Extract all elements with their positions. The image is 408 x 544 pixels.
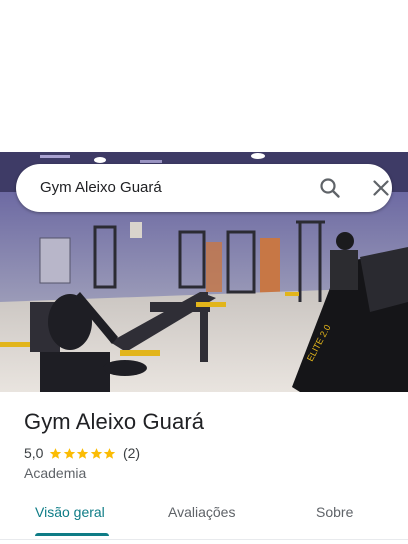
search-bar[interactable]: Gym Aleixo Guará xyxy=(16,164,392,212)
search-input[interactable]: Gym Aleixo Guará xyxy=(40,179,162,196)
active-tab-indicator xyxy=(35,533,109,536)
rating-row[interactable]: 5,0 (2) xyxy=(24,444,140,462)
star-icon xyxy=(104,447,116,459)
review-count[interactable]: (2) xyxy=(123,445,140,461)
star-icon xyxy=(50,447,62,459)
place-tabs: Visão geral Avaliações Sobre xyxy=(0,496,408,540)
close-icon[interactable] xyxy=(369,176,393,200)
star-icon xyxy=(77,447,89,459)
tabs-divider xyxy=(0,539,408,540)
place-category: Academia xyxy=(24,465,87,481)
star-icon xyxy=(90,447,103,459)
tab-about[interactable]: Sobre xyxy=(316,504,353,520)
star-rating xyxy=(49,447,117,460)
blank-map-area xyxy=(0,0,408,152)
search-icon[interactable] xyxy=(318,176,342,200)
tab-overview[interactable]: Visão geral xyxy=(35,504,105,520)
tab-reviews[interactable]: Avaliações xyxy=(168,504,235,520)
star-icon xyxy=(63,447,76,459)
place-title: Gym Aleixo Guará xyxy=(24,409,205,434)
rating-value: 5,0 xyxy=(24,445,44,461)
